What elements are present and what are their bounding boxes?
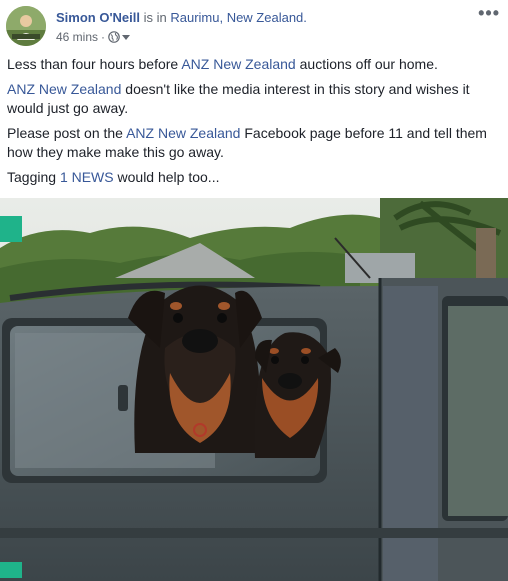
- post-text: Less than four hours before ANZ New Zeal…: [7, 55, 501, 193]
- paragraph-4: Tagging 1 NEWS would help too...: [7, 168, 501, 187]
- facebook-post: Simon O'Neill is in Raurimu, New Zealand…: [0, 0, 508, 581]
- anz-page-link[interactable]: ANZ New Zealand: [181, 56, 295, 72]
- location-link[interactable]: Raurimu, New Zealand.: [170, 10, 307, 25]
- more-options-icon[interactable]: •••: [478, 4, 500, 22]
- is-in-text: is in: [140, 10, 171, 25]
- paragraph-2: ANZ New Zealand doesn't like the media i…: [7, 80, 501, 118]
- p1-text-start: Less than four hours before: [7, 56, 182, 72]
- avatar-image: [6, 6, 46, 46]
- anz-page-link[interactable]: ANZ New Zealand: [126, 125, 240, 141]
- privacy-dropdown-caret-icon[interactable]: [122, 34, 131, 40]
- post-meta: 46 mins ·: [56, 29, 131, 45]
- p4-text-start: Tagging: [7, 169, 60, 185]
- paragraph-1: Less than four hours before ANZ New Zeal…: [7, 55, 501, 74]
- post-header-line: Simon O'Neill is in Raurimu, New Zealand…: [56, 10, 307, 26]
- p3-text-start: Please post on the: [7, 125, 127, 141]
- globe-icon[interactable]: [108, 31, 120, 43]
- anz-page-link[interactable]: ANZ New Zealand: [7, 81, 121, 97]
- dogs-in-truck-photo: [0, 198, 508, 581]
- author-name-link[interactable]: Simon O'Neill: [56, 10, 140, 25]
- post-photo[interactable]: [0, 198, 508, 581]
- p4-text-end: would help too...: [113, 169, 220, 185]
- timestamp-link[interactable]: 46 mins: [56, 29, 98, 45]
- paragraph-3: Please post on the ANZ New Zealand Faceb…: [7, 124, 501, 162]
- 1news-page-link[interactable]: 1 NEWS: [60, 169, 114, 185]
- p1-text-end: auctions off our home.: [295, 56, 438, 72]
- meta-separator: ·: [101, 30, 106, 44]
- avatar[interactable]: [6, 6, 46, 46]
